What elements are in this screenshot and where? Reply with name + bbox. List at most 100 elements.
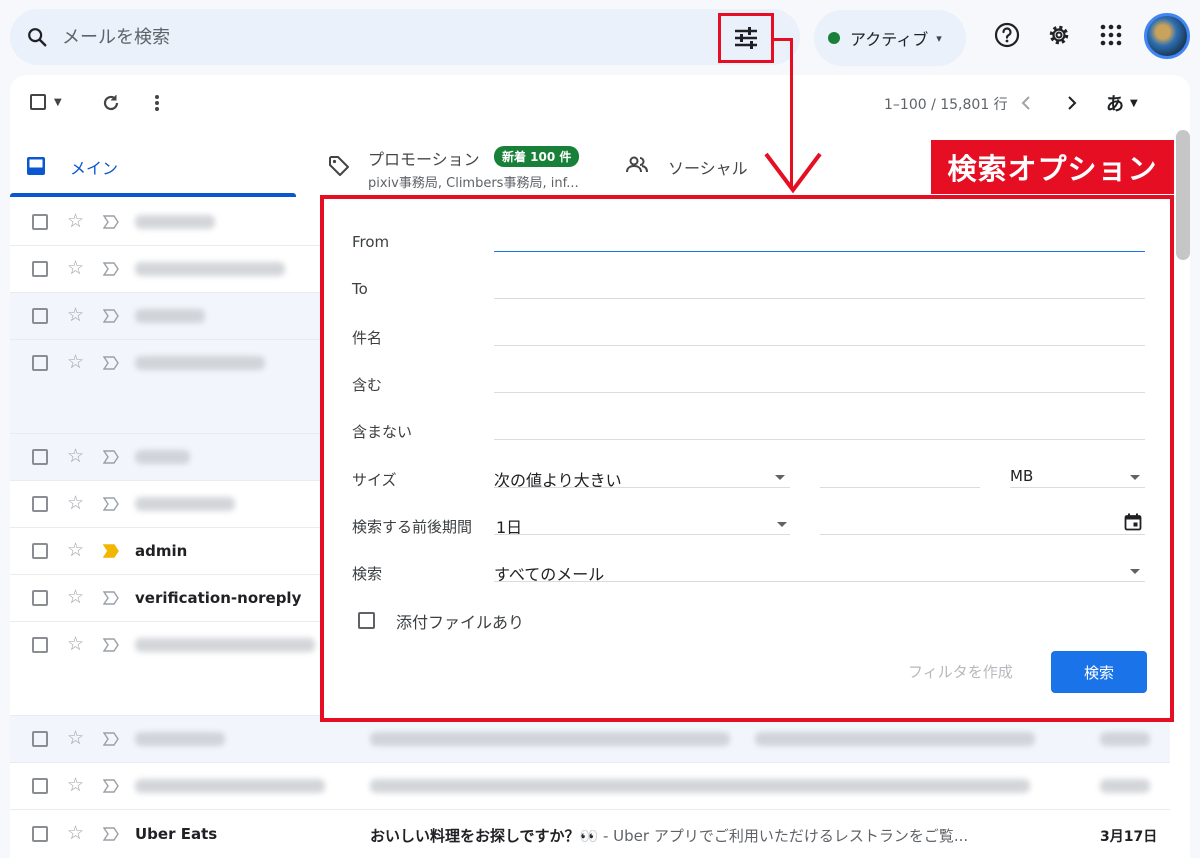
date-field[interactable] xyxy=(820,534,1145,535)
row-checkbox[interactable] xyxy=(32,731,48,747)
no-words-field[interactable] xyxy=(494,439,1145,440)
create-filter-button[interactable]: フィルタを作成 xyxy=(908,661,1013,682)
tab-main[interactable] xyxy=(10,133,296,199)
row-checkbox[interactable] xyxy=(32,778,48,794)
scrollbar[interactable] xyxy=(1176,130,1190,260)
search-input[interactable] xyxy=(62,22,662,52)
input-tools-button[interactable]: あ ▼ xyxy=(1106,90,1138,116)
search-options-dialog: From To 件名 含む 含まない サイズ 次の値より大きい MB 検索する前… xyxy=(320,195,1174,722)
blurred-sender xyxy=(135,497,235,511)
row-checkbox[interactable] xyxy=(32,826,48,842)
size-value-field[interactable] xyxy=(820,487,980,488)
star-icon[interactable]: ☆ xyxy=(67,776,84,795)
select-all-checkbox[interactable]: ▼ xyxy=(30,94,62,110)
star-icon[interactable]: ☆ xyxy=(67,541,84,560)
row-checkbox[interactable] xyxy=(32,355,48,371)
row-snippet: - Uber アプリでご利用いただけるレストランをご覧... xyxy=(598,827,969,845)
importance-icon[interactable] xyxy=(102,590,119,609)
gear-icon[interactable] xyxy=(1046,22,1072,48)
row-checkbox[interactable] xyxy=(32,308,48,324)
has-attachment-checkbox[interactable] xyxy=(358,612,375,629)
size-label: サイズ xyxy=(352,471,397,489)
refresh-icon[interactable] xyxy=(101,93,121,113)
row-checkbox[interactable] xyxy=(32,590,48,606)
importance-icon[interactable] xyxy=(102,826,119,845)
tune-icon xyxy=(733,26,759,50)
subject-label: 件名 xyxy=(352,329,383,347)
star-icon[interactable]: ☆ xyxy=(67,635,84,654)
importance-icon[interactable] xyxy=(102,637,119,656)
row-sender: admin xyxy=(135,542,188,560)
no-words-label: 含まない xyxy=(352,423,413,441)
caret-down-icon xyxy=(1130,569,1140,574)
table-row[interactable]: ☆ xyxy=(10,716,1170,763)
star-icon[interactable]: ☆ xyxy=(67,259,84,278)
blurred-snippet xyxy=(755,732,1035,746)
subject-field[interactable] xyxy=(494,345,1145,346)
row-checkbox[interactable] xyxy=(32,449,48,465)
search-bar[interactable] xyxy=(10,9,800,65)
importance-icon[interactable] xyxy=(102,308,119,327)
status-label: アクティブ xyxy=(850,30,929,49)
row-checkbox[interactable] xyxy=(32,496,48,512)
date-within-label: 検索する前後期間 xyxy=(352,518,473,536)
avatar[interactable] xyxy=(1144,13,1190,59)
table-row[interactable]: ☆ Uber Eats おいしい料理をお探しですか？👀 - Uber アプリでご… xyxy=(10,810,1170,858)
to-field[interactable] xyxy=(494,298,1145,299)
tab-social-label: ソーシャル xyxy=(668,159,748,178)
star-icon[interactable]: ☆ xyxy=(67,824,84,843)
row-checkbox[interactable] xyxy=(32,543,48,559)
importance-icon[interactable] xyxy=(102,214,119,233)
blurred-date xyxy=(1100,779,1150,793)
size-unit-select[interactable]: MB xyxy=(1010,467,1033,485)
from-label: From xyxy=(352,233,390,251)
row-checkbox[interactable] xyxy=(32,214,48,230)
star-icon[interactable]: ☆ xyxy=(67,353,84,372)
row-sender: Uber Eats xyxy=(135,825,218,843)
chevron-down-icon: ▾ xyxy=(936,31,942,45)
search-button[interactable]: 検索 xyxy=(1051,651,1147,693)
help-icon[interactable] xyxy=(994,22,1020,48)
search-scope-label: 検索 xyxy=(352,565,383,583)
star-icon[interactable]: ☆ xyxy=(67,447,84,466)
row-checkbox[interactable] xyxy=(32,637,48,653)
star-icon[interactable]: ☆ xyxy=(67,212,84,231)
calendar-icon[interactable] xyxy=(1124,513,1142,531)
star-icon[interactable]: ☆ xyxy=(67,729,84,748)
importance-icon[interactable] xyxy=(102,731,119,750)
status-selector[interactable]: アクティブ ▾ xyxy=(814,10,966,66)
blurred-subject xyxy=(370,732,730,746)
star-icon[interactable]: ☆ xyxy=(67,588,84,607)
importance-icon[interactable] xyxy=(102,778,119,797)
caret-down-icon: ▼ xyxy=(1130,97,1138,109)
inbox-icon xyxy=(26,156,46,176)
callout-arrow-icon xyxy=(764,152,822,194)
blurred-sender xyxy=(135,309,205,323)
has-words-field[interactable] xyxy=(494,392,1145,393)
to-label: To xyxy=(352,280,368,298)
star-icon[interactable]: ☆ xyxy=(67,494,84,513)
importance-icon[interactable] xyxy=(102,449,119,468)
importance-icon[interactable] xyxy=(102,355,119,374)
blurred-sender xyxy=(135,779,325,793)
from-field[interactable] xyxy=(494,251,1145,252)
status-dot xyxy=(828,32,840,44)
star-icon[interactable]: ☆ xyxy=(67,306,84,325)
apps-grid-icon[interactable] xyxy=(1098,22,1124,48)
search-options-button[interactable] xyxy=(718,13,774,63)
caret-down-icon xyxy=(777,522,787,527)
caret-down-icon xyxy=(775,475,785,480)
more-vert-icon[interactable] xyxy=(154,94,160,112)
chevron-left-icon[interactable] xyxy=(1020,96,1032,110)
row-subject: おいしい料理をお探しですか？👀 xyxy=(370,827,599,845)
row-checkbox[interactable] xyxy=(32,261,48,277)
search-icon[interactable] xyxy=(26,26,48,48)
chevron-right-icon[interactable] xyxy=(1066,96,1078,110)
has-attachment-label: 添付ファイルあり xyxy=(396,613,525,632)
importance-icon[interactable] xyxy=(102,543,119,562)
importance-icon[interactable] xyxy=(102,496,119,515)
table-row[interactable]: ☆ xyxy=(10,763,1170,810)
importance-icon[interactable] xyxy=(102,261,119,280)
row-sender: verification-noreply xyxy=(135,589,302,607)
callout-title: 検索オプション xyxy=(931,140,1174,194)
